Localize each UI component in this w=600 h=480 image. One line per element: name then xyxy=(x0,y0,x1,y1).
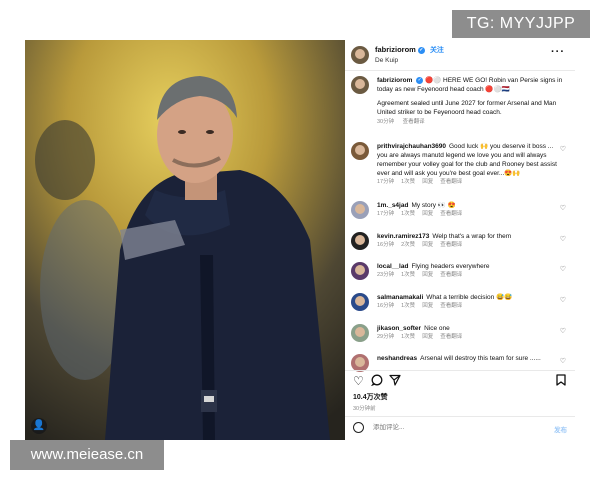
comment-username[interactable]: jikason_softer xyxy=(377,325,421,332)
avatar[interactable] xyxy=(351,76,369,94)
reply-link[interactable]: 回复 xyxy=(422,242,433,248)
verified-icon: ✓ xyxy=(416,76,424,84)
add-comment-bar: 发布 xyxy=(345,418,575,440)
comment-input[interactable] xyxy=(371,423,525,432)
user-tag-icon[interactable]: 👤 xyxy=(31,418,47,434)
comment-text: Welp that's a wrap for them xyxy=(432,233,512,240)
avatar[interactable] xyxy=(351,201,369,219)
translate-link[interactable]: 查看翻译 xyxy=(440,334,462,340)
translate-link[interactable]: 查看翻译 xyxy=(440,211,462,217)
divider xyxy=(345,370,575,371)
comment-text: Flying headers everywhere xyxy=(411,263,490,270)
avatar[interactable] xyxy=(351,324,369,342)
divider xyxy=(345,70,575,71)
comment-body: kevin.ramirez173 Welp that's a wrap for t… xyxy=(377,232,562,250)
heart-icon[interactable]: ♡ xyxy=(560,357,566,365)
avatar[interactable] xyxy=(351,293,369,311)
comment-username[interactable]: kevin.ramirez173 xyxy=(377,233,429,240)
heart-icon[interactable]: ♡ xyxy=(560,296,566,304)
heart-icon[interactable]: ♡ xyxy=(560,145,566,153)
follow-button[interactable]: 关注 xyxy=(430,47,444,54)
comment-meta: 29分钟 1次赞 回复 查看翻译 xyxy=(377,333,562,342)
divider xyxy=(345,416,575,417)
post-comment-button[interactable]: 发布 xyxy=(554,424,567,434)
comment-body: local__lad Flying headers everywhere 23分钟… xyxy=(377,262,562,280)
comment-likes[interactable]: 1次赞 xyxy=(401,334,415,340)
comment-likes[interactable]: 1次赞 xyxy=(401,303,415,309)
avatar[interactable] xyxy=(351,142,369,160)
reply-link[interactable]: 回复 xyxy=(422,272,433,278)
caption-text: fabriziorom ✓ 🔴⚪ HERE WE GO! Robin van P… xyxy=(377,76,567,127)
caption-body: Agreement sealed until June 2027 for for… xyxy=(377,100,557,116)
comment-likes[interactable]: 1次赞 xyxy=(401,179,415,185)
comment-body: salmanamakali What a terrible decision 😅😅… xyxy=(377,293,562,311)
share-icon[interactable] xyxy=(389,374,401,389)
like-count[interactable]: 10.4万次赞 xyxy=(353,392,388,402)
location-link[interactable]: De Kuip xyxy=(375,57,398,64)
translate-link[interactable]: 查看翻译 xyxy=(440,242,462,248)
comment-meta: 16分钟 1次赞 回复 查看翻译 xyxy=(377,302,562,311)
watermark-top: TG: MYYJJPP xyxy=(452,10,590,38)
comment-meta: 17分钟 1次赞 回复 查看翻译 xyxy=(377,210,562,219)
caption-meta: 30分钟 查看翻译 xyxy=(377,118,567,127)
comment-likes[interactable]: 2次赞 xyxy=(401,242,415,248)
comment-username[interactable]: local__lad xyxy=(377,263,408,270)
comment-time: 17分钟 xyxy=(377,211,395,217)
comment-time: 23分钟 xyxy=(377,272,395,278)
reply-link[interactable]: 回复 xyxy=(422,303,433,309)
comment-body: 1m._s4jad My story 👀 😍 17分钟 1次赞 回复 查看翻译 xyxy=(377,201,562,219)
heart-icon[interactable]: ♡ xyxy=(560,204,566,212)
comment-username[interactable]: salmanamakali xyxy=(377,294,423,301)
caption-time: 30分钟 xyxy=(377,119,395,125)
caption-username[interactable]: fabriziorom xyxy=(377,77,412,84)
translate-link[interactable]: 查看翻译 xyxy=(440,179,462,185)
reply-link[interactable]: 回复 xyxy=(422,179,433,185)
comment-text: Nice one xyxy=(424,325,450,332)
heart-icon[interactable]: ♡ xyxy=(560,327,566,335)
bookmark-icon[interactable] xyxy=(556,374,566,389)
more-options-icon[interactable]: ··· xyxy=(551,46,565,58)
comment-text: My story 👀 😍 xyxy=(411,202,456,209)
reply-link[interactable]: 回复 xyxy=(422,211,433,217)
post-header: fabriziorom ✓ 关注 De Kuip ··· xyxy=(345,40,575,70)
translate-link[interactable]: 查看翻译 xyxy=(440,303,462,309)
comment-meta: 16分钟 2次赞 回复 查看翻译 xyxy=(377,241,562,250)
comment-likes[interactable]: 1次赞 xyxy=(401,272,415,278)
translate-link[interactable]: 查看翻译 xyxy=(403,119,425,125)
comment-body: neshandreas Arsenal will destroy this tea… xyxy=(377,354,562,363)
post-time: 30分钟前 xyxy=(353,406,376,412)
comment-time: 16分钟 xyxy=(377,242,395,248)
comment-text: Arsenal will destroy this team for sure … xyxy=(420,355,541,362)
comment-body: jikason_softer Nice one 29分钟 1次赞 回复 查看翻译 xyxy=(377,324,562,342)
comment-icon[interactable] xyxy=(370,374,383,389)
comment-time: 29分钟 xyxy=(377,334,395,340)
coach-illustration xyxy=(25,40,345,440)
watermark-bottom: www.meiease.cn xyxy=(10,440,164,470)
comment-username[interactable]: 1m._s4jad xyxy=(377,202,408,209)
comment-username[interactable]: prithvirajchauhan3690 xyxy=(377,143,446,150)
heart-icon[interactable]: ♡ xyxy=(560,235,566,243)
avatar[interactable] xyxy=(351,46,369,64)
action-bar: ♡ xyxy=(353,374,568,390)
header-username-row: fabriziorom ✓ 关注 xyxy=(375,45,444,55)
post-panel: fabriziorom ✓ 关注 De Kuip ··· fabriziorom … xyxy=(345,40,575,440)
reply-link[interactable]: 回复 xyxy=(422,334,433,340)
comment-likes[interactable]: 1次赞 xyxy=(401,211,415,217)
comment-time: 16分钟 xyxy=(377,303,395,309)
heart-icon[interactable]: ♡ xyxy=(560,265,566,273)
comment-username[interactable]: neshandreas xyxy=(377,355,417,362)
avatar[interactable] xyxy=(351,262,369,280)
emoji-icon[interactable] xyxy=(353,422,364,433)
translate-link[interactable]: 查看翻译 xyxy=(440,272,462,278)
comment-meta: 23分钟 1次赞 回复 查看翻译 xyxy=(377,271,562,280)
like-icon[interactable]: ♡ xyxy=(353,374,364,388)
post-photo[interactable]: 👤 xyxy=(25,40,345,440)
comment-text: What a terrible decision 😅😅 xyxy=(426,294,513,301)
comment-body: prithvirajchauhan3690 Good luck 🙌 you des… xyxy=(377,142,562,187)
avatar[interactable] xyxy=(351,232,369,250)
comment-time: 17分钟 xyxy=(377,179,395,185)
header-username[interactable]: fabriziorom xyxy=(375,45,416,54)
comment-meta: 17分钟 1次赞 回复 查看翻译 xyxy=(377,178,562,187)
verified-icon: ✓ xyxy=(417,46,425,54)
